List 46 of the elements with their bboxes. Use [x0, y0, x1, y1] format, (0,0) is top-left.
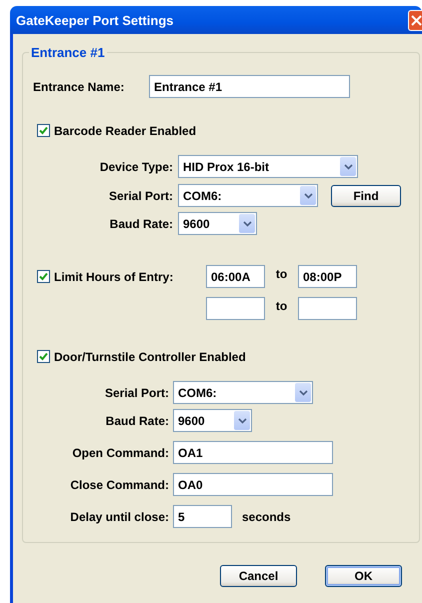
checkbox-label: Door/Turnstile Controller Enabled	[54, 350, 246, 364]
input-field[interactable]: OA1	[173, 441, 333, 464]
window-title: GateKeeper Port Settings	[16, 12, 174, 28]
check-icon	[39, 272, 48, 281]
chevron-down-icon	[298, 390, 308, 396]
input-field[interactable]: 06:00A	[206, 265, 265, 288]
chevron-down-icon	[242, 220, 252, 226]
field-label: Serial Port:	[104, 386, 169, 400]
chevron-down-icon	[238, 418, 246, 424]
dropdown[interactable]: COM6:	[178, 184, 318, 207]
checkbox-label: Limit Hours of Entry:	[54, 270, 174, 284]
field-label: Device Type:	[98, 160, 173, 174]
checkbox[interactable]	[37, 124, 50, 137]
input-field[interactable]	[298, 297, 357, 320]
dropdown[interactable]: 9600	[173, 409, 252, 432]
chevron-down-icon	[344, 164, 352, 170]
dropdown[interactable]: COM6:	[173, 381, 313, 404]
checkbox[interactable]	[37, 350, 50, 363]
dropdown[interactable]: 9600	[178, 212, 257, 235]
input-field[interactable]: 5	[173, 505, 232, 528]
check-icon	[39, 126, 48, 135]
input-field[interactable]: OA0	[173, 473, 333, 496]
input-field[interactable]: 08:00P	[298, 265, 357, 288]
dialog-button[interactable]: OK	[325, 565, 402, 587]
field-label: Baud Rate:	[108, 216, 173, 230]
dropdown[interactable]: HID Prox 16-bit	[178, 155, 358, 178]
input-field[interactable]: Entrance #1	[149, 75, 350, 98]
input-field[interactable]	[206, 297, 265, 320]
range-separator: to	[274, 298, 288, 312]
field-label: Delay until close:	[69, 510, 169, 524]
field-label: Open Command:	[71, 446, 169, 460]
checkbox-label: Barcode Reader Enabled	[54, 124, 196, 138]
close-button[interactable]	[408, 10, 422, 30]
group-title: Entrance #1	[29, 45, 107, 60]
unit-label: seconds	[242, 510, 291, 524]
field-label: Close Command:	[69, 478, 169, 492]
field-label: Serial Port:	[108, 188, 173, 202]
chevron-down-icon	[304, 192, 312, 198]
find-button[interactable]: Find	[331, 184, 401, 206]
range-separator: to	[274, 266, 288, 280]
dialog-button[interactable]: Cancel	[220, 565, 297, 587]
close-icon	[411, 14, 422, 26]
check-icon	[39, 352, 48, 361]
checkbox[interactable]	[37, 270, 50, 283]
field-label: Entrance Name:	[33, 80, 126, 94]
field-label: Baud Rate:	[104, 414, 169, 428]
